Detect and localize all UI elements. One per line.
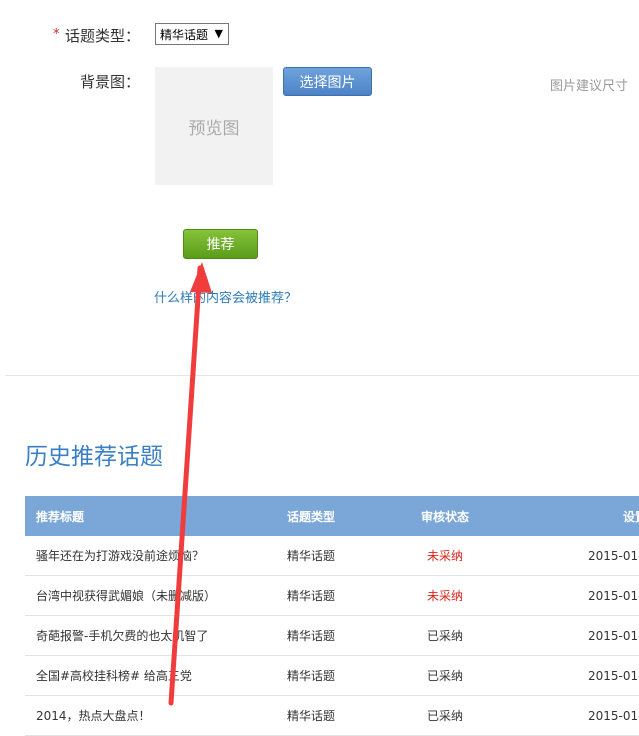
image-preview: 预览图 — [155, 67, 273, 185]
choose-image-button[interactable]: 选择图片 — [283, 67, 372, 96]
preview-text: 预览图 — [188, 118, 240, 139]
row-status: 已采纳 — [426, 629, 463, 643]
table-row: 2014，热点大盘点！ 精华话题 已采纳 2015-01- — [25, 696, 639, 736]
row-date: 2015-01- — [588, 628, 639, 643]
row-title[interactable]: 奇葩报警-手机欠费的也太机智了 — [36, 616, 208, 655]
table-row: 台湾中视获得武媚娘（未删减版） 精华话题 未采纳 2015-01- — [25, 576, 639, 616]
column-header-status: 审核状态 — [420, 509, 469, 524]
row-date: 2015-01- — [588, 708, 639, 723]
column-header-title: 推荐标题 — [36, 509, 85, 524]
table-header: 推荐标题 话题类型 审核状态 设置 — [25, 496, 639, 536]
section-divider — [5, 375, 639, 376]
row-date: 2015-01- — [588, 668, 639, 683]
row-title[interactable]: 骚年还在为打游戏没前途烦恼？ — [36, 536, 204, 575]
row-title[interactable]: 2014，热点大盘点！ — [36, 696, 151, 735]
dropdown-arrow-icon: ▼ — [214, 27, 223, 40]
row-status: 未采纳 — [426, 549, 463, 563]
row-type: 精华话题 — [287, 669, 336, 683]
row-type: 精华话题 — [287, 709, 336, 723]
recommend-button[interactable]: 推荐 — [183, 229, 258, 259]
topic-type-label: 话题类型： — [65, 27, 141, 45]
row-status: 已采纳 — [426, 669, 463, 683]
table-row: 骚年还在为打游戏没前途烦恼？ 精华话题 未采纳 2015-01- — [25, 536, 639, 576]
column-header-settings: 设置 — [623, 509, 639, 524]
column-header-type: 话题类型 — [287, 509, 336, 524]
table-row: 全国#高校挂科榜# 给高三党 精华话题 已采纳 2015-01- — [25, 656, 639, 696]
topic-type-select[interactable]: 精华话题 ▼ — [155, 23, 229, 45]
row-status: 已采纳 — [426, 709, 463, 723]
row-type: 精华话题 — [287, 629, 336, 643]
row-type: 精华话题 — [287, 549, 336, 563]
history-table: 推荐标题 话题类型 审核状态 设置 骚年还在为打游戏没前途烦恼？ 精华话题 未采… — [25, 496, 639, 736]
background-image-label: 背景图： — [80, 73, 141, 91]
required-mark: * — [53, 27, 60, 42]
row-title[interactable]: 台湾中视获得武媚娘（未删减版） — [36, 576, 216, 615]
history-title: 历史推荐话题 — [25, 444, 163, 470]
row-title[interactable]: 全国#高校挂科榜# 给高三党 — [36, 656, 192, 695]
image-size-hint: 图片建议尺寸 — [550, 79, 629, 94]
row-date: 2015-01- — [588, 588, 639, 603]
row-date: 2015-01- — [588, 548, 639, 563]
table-row: 奇葩报警-手机欠费的也太机智了 精华话题 已采纳 2015-01- — [25, 616, 639, 656]
row-status: 未采纳 — [426, 589, 463, 603]
recommend-help-link[interactable]: 什么样的内容会被推荐？ — [154, 287, 297, 306]
row-type: 精华话题 — [287, 589, 336, 603]
topic-type-value: 精华话题 — [160, 27, 209, 42]
